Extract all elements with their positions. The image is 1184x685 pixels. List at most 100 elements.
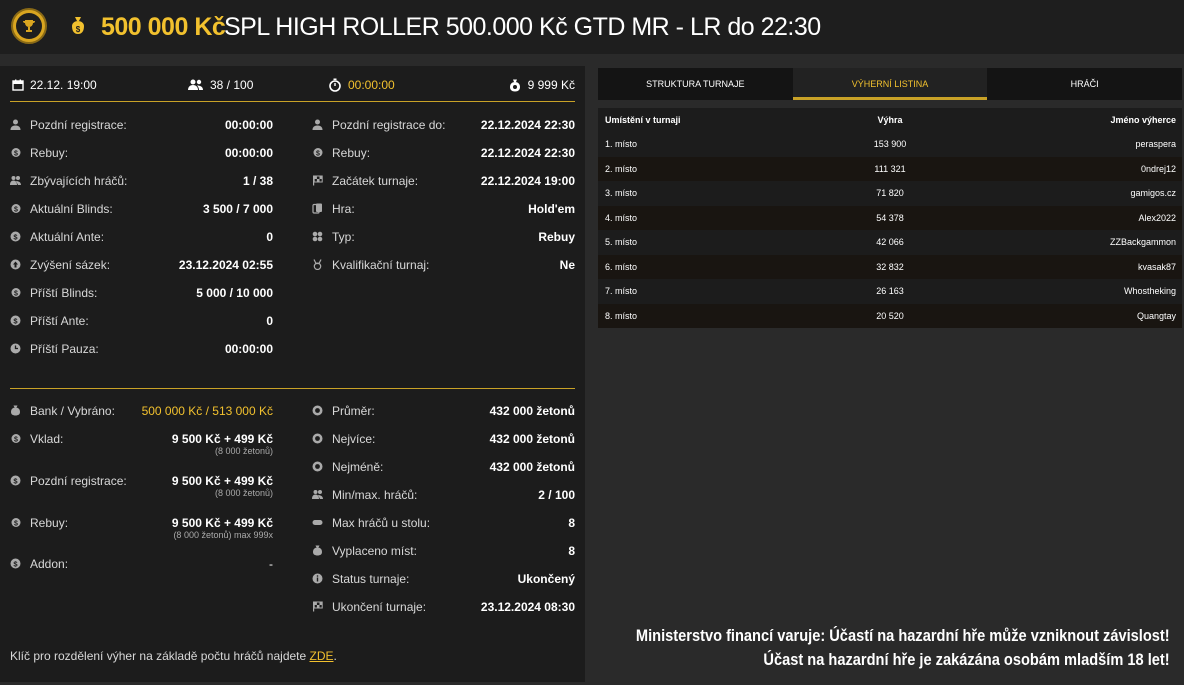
money-bag-icon <box>11 405 20 416</box>
info-row-late-registration-until: Pozdní registrace do: 22.12.2024 22:30 <box>312 118 575 134</box>
user-icon <box>10 119 21 130</box>
svg-text:$: $ <box>14 437 18 444</box>
table-row: 5. místo 42 066 ZZBackgammon <box>598 230 1182 255</box>
chip-icon <box>312 433 323 444</box>
stats-row-least: Nejméně: 432 000 žetonů <box>312 460 575 476</box>
players-count: 38 / 100 <box>210 78 254 92</box>
info-row-current-blinds: $ Aktuální Blinds: 3 500 / 7 000 <box>10 202 273 218</box>
stats-row-most: Nejvíce: 432 000 žetonů <box>312 432 575 448</box>
payout-key-link[interactable]: ZDE <box>310 649 334 663</box>
stats-row-average: Průměr: 432 000 žetonů <box>312 404 575 420</box>
money-row-addon: $ Addon: - <box>10 557 273 573</box>
tab-payout-list[interactable]: VÝHERNÍ LISTINA <box>792 68 988 100</box>
payout-table: Umístění v turnaji Výhra Jméno výherce 1… <box>598 108 1182 328</box>
info-row-next-blinds: $ Příští Blinds: 5 000 / 10 000 <box>10 286 273 302</box>
info-row-type: Typ: Rebuy <box>312 230 575 246</box>
info-row-rebuy: $ Rebuy: 00:00:00 <box>10 146 273 162</box>
table-row: 6. místo 32 832 kvasak87 <box>598 254 1182 279</box>
suits-icon <box>312 231 323 242</box>
coins-icon: $ <box>11 288 21 298</box>
svg-text:$: $ <box>14 521 18 528</box>
calendar-icon <box>12 79 24 91</box>
info-row-game: Hra: Hold'em <box>312 202 575 218</box>
timer-item: 00:00:00 <box>328 78 395 92</box>
table-header: Umístění v turnaji Výhra Jméno výherce <box>598 108 1182 132</box>
cards-icon <box>312 203 322 214</box>
money-row-bank: Bank / Vybráno: 500 000 Kč / 513 000 Kč <box>10 404 273 420</box>
coin-bag-icon <box>313 545 322 556</box>
header-bar: $ 500 000 Kč SPL HIGH ROLLER 500.000 Kč … <box>0 0 1184 54</box>
info-row-next-break: Příští Pauza: 00:00:00 <box>10 342 273 358</box>
gambling-warning: Ministerstvo financí varuje: Účastí na h… <box>636 626 1170 669</box>
players-count-item: 38 / 100 <box>188 78 253 92</box>
coins-icon: $ <box>11 204 21 214</box>
tournament-summary-bar: 22.12. 19:00 38 / 100 00:00:00 9 999 Kč <box>10 66 575 102</box>
stats-row-status: Status turnaje: Ukončený <box>312 572 575 588</box>
column-header-prize: Výhra <box>877 115 903 125</box>
user-icon <box>312 119 323 130</box>
checkered-flag-icon <box>313 601 323 612</box>
info-row-blind-increase: Zvýšení sázek: 23.12.2024 02:55 <box>10 258 273 274</box>
svg-text:$: $ <box>76 25 81 34</box>
chip-icon <box>312 405 323 416</box>
trophy-logo-icon <box>11 8 47 44</box>
table-row: 2. místo 111 321 0ndrej12 <box>598 156 1182 181</box>
checkered-flag-icon <box>313 175 323 186</box>
money-row-deposit: $ Vklad: 9 500 Kč + 499 Kč (8 000 žetonů… <box>10 432 273 456</box>
users-icon <box>312 490 323 499</box>
tournament-title: SPL HIGH ROLLER 500.000 Kč GTD MR - LR d… <box>224 13 821 41</box>
table-row: 3. místo 71 820 gamigos.cz <box>598 181 1182 206</box>
info-row-tournament-start: Začátek turnaje: 22.12.2024 19:00 <box>312 174 575 190</box>
table-row: 7. místo 26 163 Whostheking <box>598 279 1182 304</box>
coins-icon: $ <box>11 434 21 444</box>
tournament-info-panel: 22.12. 19:00 38 / 100 00:00:00 9 999 Kč … <box>0 66 585 682</box>
svg-text:$: $ <box>316 151 320 158</box>
timer-value: 00:00:00 <box>348 78 395 92</box>
dollar-circle-icon: $ <box>10 315 21 326</box>
stats-row-paid-places: Vyplaceno míst: 8 <box>312 544 575 560</box>
svg-text:$: $ <box>14 291 18 298</box>
chip-icon <box>312 461 323 472</box>
stopwatch-icon <box>329 78 341 92</box>
column-header-place: Umístění v turnaji <box>605 115 681 125</box>
payout-key-note: Klíč pro rozdělení výher na základě počt… <box>10 649 337 663</box>
svg-text:$: $ <box>14 207 18 214</box>
users-icon <box>188 79 203 90</box>
medal-icon <box>313 259 322 270</box>
dollar-circle-icon: $ <box>10 475 21 486</box>
users-icon <box>10 176 21 185</box>
info-row-rebuy-until: $ Rebuy: 22.12.2024 22:30 <box>312 146 575 162</box>
info-row-current-ante: $ Aktuální Ante: 0 <box>10 230 273 246</box>
arrow-up-circle-icon <box>10 259 21 270</box>
coins-icon: $ <box>11 518 21 528</box>
prize-pool-amount: 500 000 Kč <box>101 13 226 41</box>
column-header-winner: Jméno výherce <box>1110 115 1176 125</box>
stats-row-max-per-table: Max hráčů u stolu: 8 <box>312 516 575 532</box>
coins-icon: $ <box>313 148 323 158</box>
start-date: 22.12. 19:00 <box>30 78 97 92</box>
stats-row-end: Ukončení turnaje: 23.12.2024 08:30 <box>312 600 575 616</box>
clock-icon <box>10 343 21 354</box>
info-row-qualifier: Kvalifikační turnaj: Ne <box>312 258 575 274</box>
tab-structure[interactable]: STRUKTURA TURNAJE <box>598 68 793 100</box>
svg-text:$: $ <box>14 151 18 158</box>
money-bag-icon: $ <box>66 14 90 43</box>
info-row-late-registration: Pozdní registrace: 00:00:00 <box>10 118 273 134</box>
table-row: 4. místo 54 378 Alex2022 <box>598 205 1182 230</box>
tournament-tabs: STRUKTURA TURNAJE VÝHERNÍ LISTINA HRÁČI <box>598 68 1182 100</box>
coin-bag-icon <box>509 79 520 91</box>
buyin-value: 9 999 Kč <box>527 78 575 92</box>
dollar-circle-icon: $ <box>10 558 21 569</box>
dollar-circle-icon: $ <box>10 231 21 242</box>
table-row: 8. místo 20 520 Quangtay <box>598 303 1182 328</box>
stats-row-min-max-players: Min/max. hráčů: 2 / 100 <box>312 488 575 504</box>
table-icon <box>312 520 323 525</box>
money-row-rebuy: $ Rebuy: 9 500 Kč + 499 Kč (8 000 žetonů… <box>10 516 273 540</box>
info-row-next-ante: $ Příští Ante: 0 <box>10 314 273 330</box>
tab-players[interactable]: HRÁČI <box>987 68 1182 100</box>
money-row-late-registration: $ Pozdní registrace: 9 500 Kč + 499 Kč (… <box>10 474 273 498</box>
info-circle-icon <box>312 573 323 584</box>
start-date-item: 22.12. 19:00 <box>12 78 97 92</box>
buyin-item: 9 999 Kč <box>508 78 575 92</box>
table-row: 1. místo 153 900 peraspera <box>598 132 1182 157</box>
